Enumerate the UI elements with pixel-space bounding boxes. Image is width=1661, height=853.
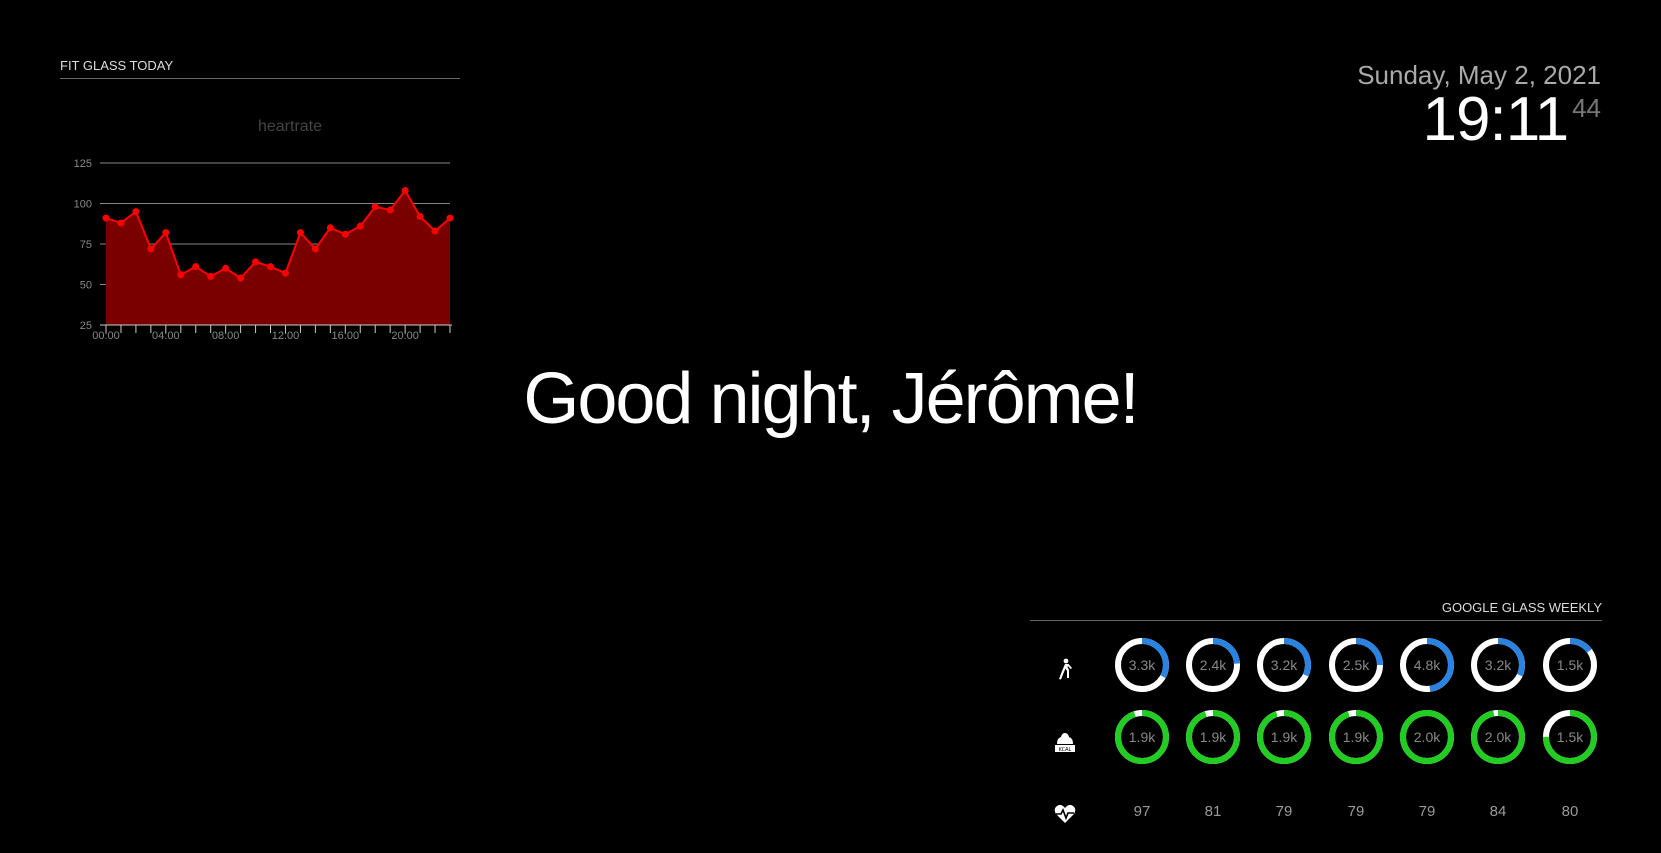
heart-icon (1050, 781, 1080, 847)
calories-ring: 2.0k (1470, 709, 1526, 765)
time-row: 19:11 44 (1357, 89, 1601, 151)
calories-value: 1.9k (1128, 729, 1156, 745)
data-point (267, 263, 275, 271)
heartrate-value: 79 (1275, 803, 1293, 820)
calories-ring: 1.9k (1114, 709, 1170, 765)
data-point (132, 208, 140, 216)
heartrate-chart-container: heartrate 25 50 75 100 125 00:00 04:00 08:00 12:0… (60, 79, 460, 339)
x-tick-label: 04:00 (152, 330, 180, 339)
calories-value: 2.0k (1413, 729, 1441, 745)
x-tick-label: 16:00 (332, 330, 360, 339)
data-point (401, 187, 409, 195)
steps-ring: 2.4k (1185, 637, 1241, 693)
time-label: 19:11 (1422, 85, 1570, 154)
steps-value: 1.5k (1556, 657, 1584, 673)
steps-value: 3.3k (1128, 657, 1156, 673)
steps-value: 2.4k (1199, 657, 1227, 673)
data-point (222, 264, 230, 272)
steps-value: 4.8k (1413, 657, 1441, 673)
steps-row: 3.3k 2.4k 3.2k 2.5k 4.8k 3.2k 1.5k (1030, 637, 1602, 709)
data-point (207, 272, 215, 280)
x-tick-label: 12:00 (272, 330, 300, 339)
svg-text:KCAL: KCAL (1059, 747, 1072, 753)
heartrate-value: 80 (1561, 803, 1579, 820)
seconds-label: 44 (1572, 93, 1601, 123)
y-tick-label: 125 (74, 158, 92, 170)
chart-title: heartrate (258, 118, 322, 135)
calories-value: 1.5k (1556, 729, 1584, 745)
data-point (237, 274, 245, 282)
calories-value: 1.9k (1270, 729, 1298, 745)
module-header: FIT GLASS TODAY (60, 58, 460, 79)
data-point (431, 227, 439, 235)
calories-value: 1.9k (1199, 729, 1227, 745)
data-point (311, 245, 319, 253)
steps-value: 3.2k (1270, 657, 1298, 673)
data-point (252, 258, 260, 266)
y-tick-label: 25 (80, 320, 92, 332)
fit-glass-today-module: FIT GLASS TODAY heartrate 25 50 75 100 125 00:… (60, 58, 460, 339)
calories-value: 1.9k (1342, 729, 1370, 745)
data-point (177, 271, 185, 279)
walking-icon (1050, 637, 1080, 703)
data-point (192, 263, 200, 271)
data-point (296, 229, 304, 237)
heartrate-value: 84 (1489, 803, 1507, 820)
steps-ring: 3.2k (1470, 637, 1526, 693)
heartrate-chart: heartrate 25 50 75 100 125 00:00 04:00 08:00 12:0… (74, 118, 454, 339)
area-fill (106, 190, 450, 325)
google-glass-weekly-module: GOOGLE GLASS WEEKLY 3.3k 2.4k 3.2k 2.5k 4.8k… (1030, 600, 1602, 853)
x-tick-label: 08:00 (212, 330, 240, 339)
steps-ring: 3.2k (1256, 637, 1312, 693)
data-point (356, 222, 364, 230)
y-tick-label: 100 (74, 199, 92, 211)
calories-ring: 2.0k (1399, 709, 1455, 765)
data-point (446, 214, 454, 222)
calories-ring: 1.9k (1256, 709, 1312, 765)
calories-value: 2.0k (1484, 729, 1512, 745)
x-tick-label: 20:00 (391, 330, 419, 339)
heartrate-value: 81 (1204, 803, 1222, 820)
steps-ring: 1.5k (1542, 637, 1598, 693)
heartrate-value: 79 (1418, 803, 1436, 820)
y-tick-label: 75 (80, 239, 92, 251)
steps-value: 3.2k (1484, 657, 1512, 673)
x-tick-label: 00:00 (92, 330, 120, 339)
calories-icon: KCAL (1050, 709, 1080, 775)
y-tick-label: 50 (80, 280, 92, 292)
data-point (386, 206, 394, 214)
data-point (281, 269, 289, 277)
data-point (102, 214, 110, 222)
data-point (326, 224, 334, 232)
data-point (117, 219, 125, 227)
steps-ring: 3.3k (1114, 637, 1170, 693)
data-point (147, 245, 155, 253)
data-point (371, 203, 379, 211)
calories-ring: 1.5k (1542, 709, 1598, 765)
compliment-text: Good night, Jérôme! (523, 359, 1139, 439)
data-point (162, 229, 170, 237)
heartrate-value: 97 (1133, 803, 1151, 820)
steps-ring: 4.8k (1399, 637, 1455, 693)
module-header: GOOGLE GLASS WEEKLY (1030, 600, 1602, 621)
data-point (416, 212, 424, 220)
calories-ring: 1.9k (1185, 709, 1241, 765)
clock-module: Sunday, May 2, 2021 19:11 44 (1357, 60, 1601, 151)
steps-value: 2.5k (1342, 657, 1370, 673)
heartrate-row: 97 81 79 79 79 84 80 (1030, 781, 1602, 853)
calories-row: KCAL 1.9k 1.9k 1.9k 1.9k 2.0k 2.0k 1.5k (1030, 709, 1602, 781)
steps-ring: 2.5k (1328, 637, 1384, 693)
data-point (341, 230, 349, 238)
calories-ring: 1.9k (1328, 709, 1384, 765)
heartrate-value: 79 (1347, 803, 1365, 820)
